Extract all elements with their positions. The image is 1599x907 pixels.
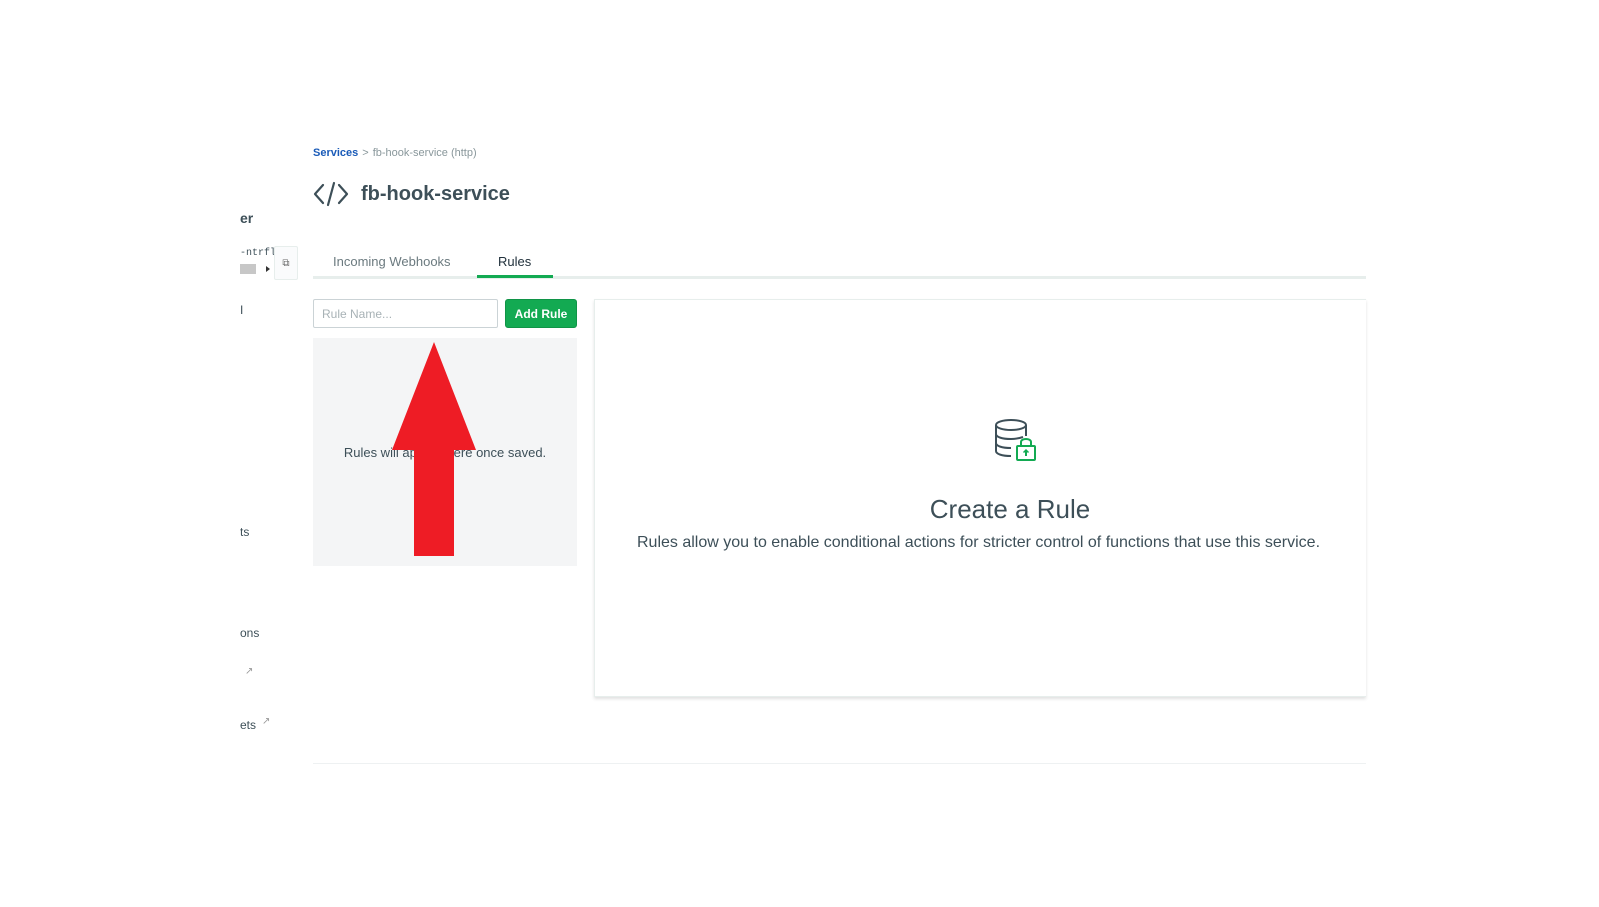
database-lock-icon [995, 419, 1036, 461]
breadcrumb-current: fb-hook-service (http) [372, 147, 477, 159]
create-rule-description: Rules allow you to enable conditional ac… [637, 534, 1321, 551]
rule-name-input[interactable] [313, 299, 498, 328]
sidebar-item[interactable]: I [240, 303, 243, 317]
external-link-icon[interactable]: ↗ [262, 716, 270, 727]
page-header: fb-hook-service [313, 180, 510, 208]
sidebar-cluster-bar [240, 264, 256, 274]
create-rule-title: Create a Rule [929, 494, 1091, 524]
caret-right-icon[interactable] [266, 266, 270, 272]
add-rule-button[interactable]: Add Rule [505, 299, 577, 328]
create-rule-panel: Create a Rule Rules allow you to enable … [594, 299, 1366, 697]
tab-bar: Incoming Webhooks Rules [313, 250, 1366, 279]
code-icon [313, 181, 349, 207]
sidebar-cluster-code: -ntrfl [240, 248, 277, 259]
tab-incoming-webhooks[interactable]: Incoming Webhooks [333, 254, 451, 279]
active-tab-indicator [477, 275, 553, 278]
breadcrumb: Services > fb-hook-service (http) [313, 147, 477, 159]
copy-icon[interactable]: ⧉ [274, 246, 298, 280]
red-arrow-icon [392, 342, 476, 556]
divider [313, 763, 1366, 764]
breadcrumb-services-link[interactable]: Services [313, 147, 358, 159]
breadcrumb-separator: > [362, 147, 369, 159]
sidebar-heading: er [240, 210, 254, 226]
sidebar-item[interactable]: ets [240, 718, 256, 732]
page-title: fb-hook-service [361, 182, 510, 205]
sidebar-item[interactable]: ts [240, 525, 249, 539]
sidebar: er -ntrfl ⧉ I ts ons ↗ ets ↗ [240, 180, 300, 780]
external-link-icon[interactable]: ↗ [245, 666, 253, 677]
sidebar-item[interactable]: ons [240, 626, 259, 640]
